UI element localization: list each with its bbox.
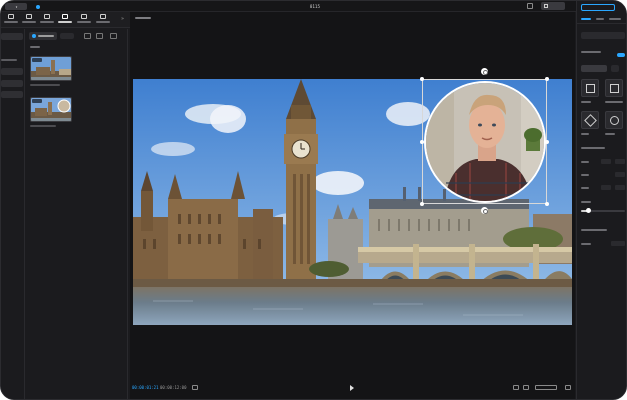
heart-mask-icon — [610, 116, 619, 125]
star-mask-icon — [584, 114, 597, 127]
main-menu-button[interactable]: ▾ — [5, 3, 27, 10]
duration-badge — [32, 99, 42, 103]
overlay-video-circle-mask[interactable] — [424, 81, 546, 203]
window-title: 8115 — [309, 4, 321, 9]
mask-shape-linear[interactable] — [581, 79, 599, 97]
import-button[interactable] — [29, 32, 57, 40]
source-item[interactable] — [1, 68, 23, 75]
properties-panel — [576, 1, 626, 399]
tool-text[interactable] — [22, 14, 36, 26]
duration-badge — [32, 58, 42, 62]
filter-icon[interactable] — [110, 33, 117, 39]
transition-icon — [81, 14, 87, 19]
effects-icon — [62, 14, 68, 19]
media-panel — [26, 29, 128, 399]
slider-knob[interactable] — [585, 208, 591, 213]
mask-settings-title — [581, 147, 605, 149]
media-thumbnail-london[interactable] — [30, 56, 72, 81]
tab-animation[interactable] — [596, 18, 604, 20]
height-input[interactable] — [615, 185, 625, 190]
tool-effects[interactable] — [58, 14, 72, 26]
size-label — [581, 187, 589, 189]
grid-view-icon[interactable] — [84, 33, 91, 39]
blend-value[interactable] — [611, 241, 625, 246]
add-mask-button[interactable] — [611, 65, 619, 72]
tab-video[interactable] — [581, 18, 591, 20]
search-input[interactable] — [60, 33, 74, 39]
player-label — [135, 17, 151, 19]
tool-rail: » — [1, 12, 131, 28]
blend-section-title — [581, 229, 607, 231]
linear-mask-icon — [586, 84, 595, 93]
fit-icon[interactable] — [513, 385, 519, 390]
feather-slider[interactable] — [581, 208, 625, 213]
rotate-handle-icon[interactable] — [481, 68, 488, 75]
source-item[interactable] — [1, 80, 23, 87]
feather-label — [581, 201, 591, 203]
pro-badge[interactable] — [581, 4, 615, 11]
resize-handle-bottom-right[interactable] — [545, 202, 549, 206]
mask-section-title — [581, 51, 601, 53]
crop-icon[interactable] — [523, 385, 529, 390]
player-panel: 00:00:01:21 00:00:12:00 — [130, 12, 575, 399]
mask-shape-heart[interactable] — [605, 111, 623, 129]
resize-handle-top-right[interactable] — [545, 77, 549, 81]
ratio-button[interactable] — [535, 385, 557, 390]
rotation-input[interactable] — [615, 172, 625, 177]
app-window: ▾ 8115 » 00:00:01:21 00:00:12:00 — [0, 0, 627, 400]
position-x-input[interactable] — [601, 159, 611, 164]
mirror-mask-icon — [610, 84, 619, 93]
player-controls: 00:00:01:21 00:00:12:00 — [130, 382, 575, 394]
project-title-area[interactable] — [36, 3, 42, 10]
tool-sticker[interactable] — [40, 14, 54, 26]
properties-tabs — [577, 14, 626, 24]
media-icon — [8, 14, 14, 19]
text-icon — [26, 14, 32, 19]
mask-type-selected[interactable] — [581, 65, 607, 72]
blend-label — [581, 243, 591, 245]
resize-handle-right[interactable] — [545, 140, 549, 144]
rotation-label — [581, 174, 589, 176]
tool-media[interactable] — [4, 14, 18, 26]
resize-handle-top-left[interactable] — [420, 77, 424, 81]
mask-shape-star[interactable] — [581, 111, 599, 129]
resize-handle-bottom-left[interactable] — [420, 202, 424, 206]
export-icon — [544, 4, 548, 8]
tool-filters[interactable] — [96, 14, 110, 26]
media-thumbnail-mixed[interactable] — [30, 97, 72, 122]
timecode-total: 00:00:12:00 — [160, 385, 187, 390]
source-item[interactable] — [1, 91, 23, 98]
source-label — [1, 59, 17, 61]
layout-icon[interactable] — [527, 3, 533, 9]
mask-shape-mirror[interactable] — [605, 79, 623, 97]
export-button[interactable] — [541, 2, 565, 10]
width-input[interactable] — [601, 185, 611, 190]
cloud-icon — [36, 4, 40, 9]
position-label — [581, 161, 589, 163]
timecode-current: 00:00:01:21 — [132, 385, 159, 390]
mask-move-handle-icon[interactable] — [481, 207, 488, 214]
fullscreen-icon[interactable] — [565, 385, 571, 390]
sort-icon[interactable] — [96, 33, 103, 39]
source-local[interactable] — [1, 33, 23, 40]
basic-section-selector[interactable] — [581, 32, 625, 39]
filter-icon — [100, 14, 106, 19]
position-y-input[interactable] — [615, 159, 625, 164]
tool-transitions[interactable] — [77, 14, 91, 26]
mask-toggle[interactable] — [617, 53, 625, 57]
thumbnail-caption — [30, 125, 56, 127]
play-icon[interactable] — [350, 385, 354, 391]
sticker-icon — [44, 14, 50, 19]
chevron-down-icon: ▾ — [15, 5, 18, 9]
media-source-panel — [1, 29, 25, 399]
speaker-overlay-image — [426, 83, 544, 201]
more-icon[interactable]: » — [121, 16, 124, 22]
import-icon — [32, 34, 36, 38]
thumbnail-caption — [30, 84, 60, 86]
media-section-label — [30, 46, 40, 48]
title-bar: ▾ 8115 — [1, 1, 626, 12]
timeline-icon[interactable] — [192, 385, 198, 390]
resize-handle-left[interactable] — [420, 140, 424, 144]
tab-speed[interactable] — [609, 18, 621, 20]
